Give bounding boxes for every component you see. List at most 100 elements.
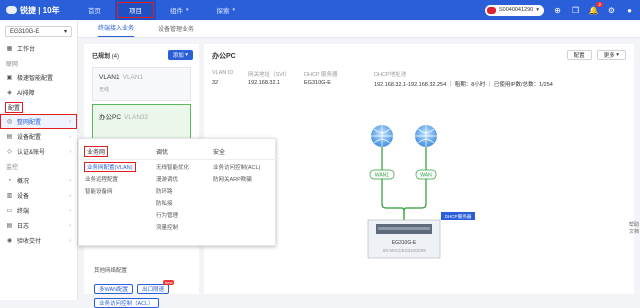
gateway-device[interactable]: EG310G-E SN:MACCEG310GE99 <box>367 219 441 259</box>
network-config-menu: 业务网 业务网配置(VLAN) 业务远程配置 智能设备网 调优 无线智能优化 漫… <box>78 138 277 246</box>
gateway-name: EG310G-E <box>392 240 417 246</box>
shield-icon: ◇ <box>7 149 12 155</box>
egress-limit-button[interactable]: 出口限速 New <box>137 280 175 294</box>
sidebar-item-device-config[interactable]: ▤ 设备配置 › <box>0 129 77 144</box>
sidebar-item-overview[interactable]: ◔ 概况 › <box>0 173 77 188</box>
chart-icon: ◔ <box>7 177 12 184</box>
other-config-buttons: 多WAN配置 出口限速 New 业务访问控制（ACL） <box>94 280 194 308</box>
top-bar-actions: S0040041290 ▾ ⊕ ❐ 🔔 2 ⚙ ● <box>484 0 634 20</box>
device-icon: ▥ <box>6 193 13 199</box>
tab-bar: 终端接入业务 设备管理业务 <box>78 20 640 38</box>
sidebar-item-auth-account[interactable]: ◇ 认证&账号 › <box>0 144 77 159</box>
sidebar-item-workspace[interactable]: ▦ 工作台 <box>0 41 77 56</box>
menu-item-roaming[interactable]: 漫游调优 <box>156 173 189 185</box>
gateway-sn: SN:MACCEG310GE99 <box>382 248 426 253</box>
chevron-down-icon: ▾ <box>232 7 236 13</box>
sidebar-group-config: 配置 <box>0 100 77 114</box>
chevron-right-icon: › <box>69 207 71 214</box>
menu-item-traffic-control[interactable]: 流量控制 <box>156 221 189 233</box>
tab-terminal-access[interactable]: 终端接入业务 <box>98 23 135 37</box>
chevron-right-icon: › <box>69 118 71 125</box>
sidebar-item-ai-troubleshoot[interactable]: ◈ AI排障 <box>0 85 77 100</box>
menu-item-behavior-mgmt[interactable]: 行为管理 <box>156 209 189 221</box>
nav-project[interactable]: 项目 <box>115 0 156 20</box>
log-icon: ▤ <box>6 223 13 229</box>
wan-label: WAN <box>420 172 432 178</box>
device-select[interactable]: EG310G-E ▾ <box>5 26 72 37</box>
menu-item-remote-config[interactable]: 业务远程配置 <box>85 173 135 185</box>
ai-icon: ◈ <box>7 90 12 96</box>
tab-device-management[interactable]: 设备管理业务 <box>158 24 194 37</box>
vlan-card-office-pc[interactable]: 办公PC VLAN32 <box>92 104 191 142</box>
sidebar: EG310G-E ▾ ▦ 工作台 联网 ▣ 极速智能配置 ◈ AI排障 配置 ◎… <box>0 20 78 300</box>
vlan-card-vlan1[interactable]: VLAN1 VLAN1 无线 <box>92 67 191 101</box>
nav-home[interactable]: 首页 <box>74 0 115 20</box>
menu-item-acl[interactable]: 业务访问控制(ACL) <box>213 161 260 173</box>
logo: 锐捷 | 10年 <box>0 5 70 16</box>
gear-icon[interactable]: ⚙ <box>607 6 616 15</box>
menu-head-security: 安全 <box>213 149 226 156</box>
menu-item-wireless-opt[interactable]: 无线智能优化 <box>156 161 189 173</box>
chevron-right-icon: › <box>69 148 71 155</box>
chevron-down-icon: ▾ <box>186 7 189 13</box>
vlan-list-header: 已规划 (4) 添加 ▾ <box>84 44 199 64</box>
device-avatar-icon <box>486 6 496 14</box>
main-nav: 首页 项目 组件 ▾ 探索 ▾ <box>74 0 249 20</box>
check-icon: ◉ <box>6 238 13 244</box>
device-id: S0040041290 <box>498 7 534 13</box>
lightning-icon: ▣ <box>6 75 13 81</box>
menu-item-smart-device-net[interactable]: 智能设备网 <box>85 185 135 197</box>
copy-icon[interactable]: ❐ <box>571 6 580 15</box>
multi-wan-button[interactable]: 多WAN配置 <box>94 284 134 294</box>
terminal-icon: ▭ <box>6 208 13 214</box>
sidebar-item-logs[interactable]: ▤ 日志 › <box>0 218 77 233</box>
nav-explore[interactable]: 探索 ▾ <box>203 0 250 20</box>
sidebar-item-devices[interactable]: ▥ 设备 › <box>0 188 77 203</box>
menu-item-vlan-config[interactable]: 业务网配置(VLAN) <box>84 161 136 173</box>
sidebar-item-terminals[interactable]: ▭ 终端 › <box>0 203 77 218</box>
chevron-right-icon: › <box>69 237 71 244</box>
vlan-count: (4) <box>111 53 120 60</box>
other-config-label: 其他网络配置 <box>94 268 128 274</box>
new-badge: New <box>163 280 175 285</box>
sidebar-item-network-config[interactable]: ◎ 整网配置 › <box>0 114 77 129</box>
dhcp-server-tag: DHCP服务器 <box>445 213 472 220</box>
chevron-down-icon: ▾ <box>185 52 188 58</box>
device-selector[interactable]: S0040041290 ▾ <box>484 4 544 16</box>
menu-col-security: 安全 业务访问控制(ACL) 防网关ARP欺骗 <box>213 145 260 185</box>
sidebar-item-acceptance[interactable]: ◉ 验收交付 › <box>0 233 77 248</box>
sidebar-group-monitor: 监控 <box>6 164 19 171</box>
help-doc-float[interactable]: 帮助文档 <box>628 222 640 236</box>
nav-components[interactable]: 组件 ▾ <box>156 0 203 20</box>
grid-icon: ▦ <box>6 46 13 52</box>
logo-mark-icon <box>6 6 17 14</box>
sidebar-group-network: 联网 <box>6 61 19 68</box>
chevron-right-icon: › <box>69 177 71 184</box>
vlan-list-title: 已规划 <box>92 53 111 60</box>
device-icon: ▤ <box>6 134 13 140</box>
chevron-right-icon: › <box>69 133 71 140</box>
chevron-right-icon: › <box>69 222 71 229</box>
menu-item-arp-protect[interactable]: 防网关ARP欺骗 <box>213 173 260 185</box>
menu-item-private-access[interactable]: 防私接 <box>156 197 189 209</box>
notification-badge: 2 <box>596 1 603 7</box>
logo-text: 锐捷 | 10年 <box>20 5 60 15</box>
chevron-down-icon: ▾ <box>536 7 539 13</box>
menu-head-tuning: 调优 <box>156 149 169 156</box>
bell-icon[interactable]: 🔔 2 <box>589 1 603 15</box>
internet-globe-icon <box>371 125 393 147</box>
plus-circle-icon[interactable]: ⊕ <box>553 6 562 15</box>
menu-head-business: 业务网 <box>83 145 135 157</box>
add-button[interactable]: 添加 ▾ <box>167 50 193 60</box>
sidebar-item-quick-config[interactable]: ▣ 极速智能配置 <box>0 70 77 85</box>
chevron-down-icon: ▾ <box>63 29 67 35</box>
menu-col-tuning: 调优 无线智能优化 漫游调优 防环路 防私接 行为管理 流量控制 <box>156 145 189 233</box>
menu-col-business: 业务网 业务网配置(VLAN) 业务远程配置 智能设备网 <box>83 145 136 197</box>
user-icon[interactable]: ● <box>625 6 634 15</box>
chevron-right-icon: › <box>69 192 71 199</box>
network-icon: ◎ <box>6 119 13 125</box>
wan1-label: WAN1 <box>375 172 389 178</box>
menu-item-loop-protect[interactable]: 防环路 <box>156 185 189 197</box>
top-bar: 锐捷 | 10年 首页 项目 组件 ▾ 探索 ▾ S0040041290 ▾ ⊕ ❐… <box>0 0 640 20</box>
internet-globe-icon <box>415 125 437 147</box>
